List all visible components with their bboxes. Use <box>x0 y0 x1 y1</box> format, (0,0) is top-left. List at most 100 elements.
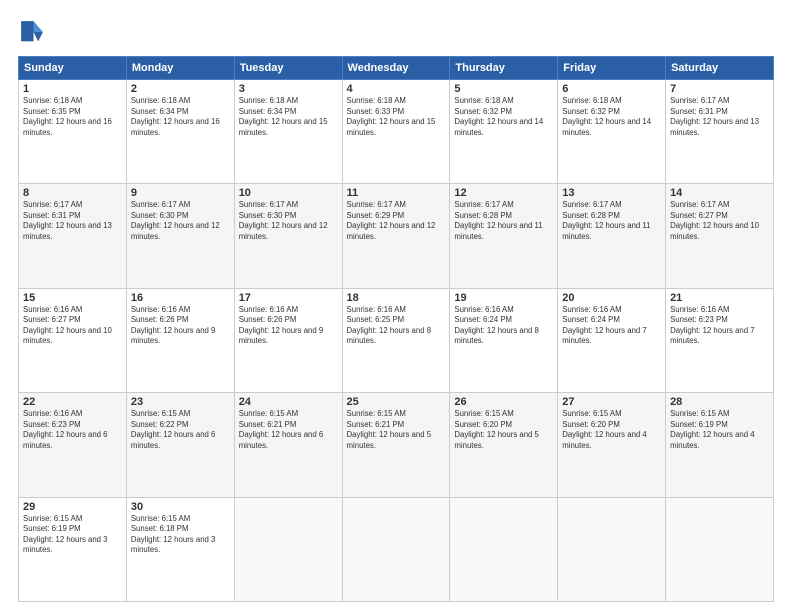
day-number: 19 <box>454 292 553 304</box>
calendar-row: 15 Sunrise: 6:16 AMSunset: 6:27 PMDaylig… <box>19 288 774 392</box>
day-info: Sunrise: 6:15 AMSunset: 6:18 PMDaylight:… <box>131 514 230 556</box>
table-row <box>558 497 666 601</box>
day-number: 1 <box>23 83 122 95</box>
day-info: Sunrise: 6:17 AMSunset: 6:28 PMDaylight:… <box>562 200 661 242</box>
day-info: Sunrise: 6:15 AMSunset: 6:19 PMDaylight:… <box>670 409 769 451</box>
table-row: 23 Sunrise: 6:15 AMSunset: 6:22 PMDaylig… <box>126 393 234 497</box>
day-number: 4 <box>347 83 446 95</box>
table-row: 28 Sunrise: 6:15 AMSunset: 6:19 PMDaylig… <box>666 393 774 497</box>
table-row: 9 Sunrise: 6:17 AMSunset: 6:30 PMDayligh… <box>126 184 234 288</box>
day-number: 13 <box>562 187 661 199</box>
day-number: 16 <box>131 292 230 304</box>
calendar-row: 8 Sunrise: 6:17 AMSunset: 6:31 PMDayligh… <box>19 184 774 288</box>
table-row <box>342 497 450 601</box>
day-info: Sunrise: 6:17 AMSunset: 6:30 PMDaylight:… <box>131 200 230 242</box>
day-number: 21 <box>670 292 769 304</box>
col-wednesday: Wednesday <box>342 57 450 80</box>
calendar-row: 22 Sunrise: 6:16 AMSunset: 6:23 PMDaylig… <box>19 393 774 497</box>
day-info: Sunrise: 6:18 AMSunset: 6:33 PMDaylight:… <box>347 96 446 138</box>
day-number: 17 <box>239 292 338 304</box>
col-saturday: Saturday <box>666 57 774 80</box>
col-sunday: Sunday <box>19 57 127 80</box>
day-info: Sunrise: 6:18 AMSunset: 6:35 PMDaylight:… <box>23 96 122 138</box>
table-row: 21 Sunrise: 6:16 AMSunset: 6:23 PMDaylig… <box>666 288 774 392</box>
col-thursday: Thursday <box>450 57 558 80</box>
day-info: Sunrise: 6:15 AMSunset: 6:20 PMDaylight:… <box>562 409 661 451</box>
day-info: Sunrise: 6:17 AMSunset: 6:30 PMDaylight:… <box>239 200 338 242</box>
day-info: Sunrise: 6:18 AMSunset: 6:34 PMDaylight:… <box>131 96 230 138</box>
day-number: 8 <box>23 187 122 199</box>
day-number: 27 <box>562 396 661 408</box>
day-info: Sunrise: 6:16 AMSunset: 6:25 PMDaylight:… <box>347 305 446 347</box>
table-row: 20 Sunrise: 6:16 AMSunset: 6:24 PMDaylig… <box>558 288 666 392</box>
table-row: 24 Sunrise: 6:15 AMSunset: 6:21 PMDaylig… <box>234 393 342 497</box>
table-row: 18 Sunrise: 6:16 AMSunset: 6:25 PMDaylig… <box>342 288 450 392</box>
table-row <box>234 497 342 601</box>
table-row: 25 Sunrise: 6:15 AMSunset: 6:21 PMDaylig… <box>342 393 450 497</box>
page: Sunday Monday Tuesday Wednesday Thursday… <box>0 0 792 612</box>
day-info: Sunrise: 6:15 AMSunset: 6:22 PMDaylight:… <box>131 409 230 451</box>
day-number: 10 <box>239 187 338 199</box>
day-number: 6 <box>562 83 661 95</box>
day-info: Sunrise: 6:17 AMSunset: 6:28 PMDaylight:… <box>454 200 553 242</box>
day-info: Sunrise: 6:17 AMSunset: 6:31 PMDaylight:… <box>23 200 122 242</box>
day-info: Sunrise: 6:15 AMSunset: 6:19 PMDaylight:… <box>23 514 122 556</box>
day-number: 12 <box>454 187 553 199</box>
table-row: 16 Sunrise: 6:16 AMSunset: 6:26 PMDaylig… <box>126 288 234 392</box>
header <box>18 18 774 46</box>
day-number: 2 <box>131 83 230 95</box>
table-row: 17 Sunrise: 6:16 AMSunset: 6:26 PMDaylig… <box>234 288 342 392</box>
logo <box>18 18 50 46</box>
table-row: 10 Sunrise: 6:17 AMSunset: 6:30 PMDaylig… <box>234 184 342 288</box>
col-tuesday: Tuesday <box>234 57 342 80</box>
day-number: 20 <box>562 292 661 304</box>
calendar-table: Sunday Monday Tuesday Wednesday Thursday… <box>18 56 774 602</box>
table-row: 27 Sunrise: 6:15 AMSunset: 6:20 PMDaylig… <box>558 393 666 497</box>
day-info: Sunrise: 6:16 AMSunset: 6:23 PMDaylight:… <box>23 409 122 451</box>
day-number: 11 <box>347 187 446 199</box>
table-row: 7 Sunrise: 6:17 AMSunset: 6:31 PMDayligh… <box>666 80 774 184</box>
table-row: 30 Sunrise: 6:15 AMSunset: 6:18 PMDaylig… <box>126 497 234 601</box>
day-info: Sunrise: 6:15 AMSunset: 6:20 PMDaylight:… <box>454 409 553 451</box>
table-row: 14 Sunrise: 6:17 AMSunset: 6:27 PMDaylig… <box>666 184 774 288</box>
day-number: 3 <box>239 83 338 95</box>
table-row: 11 Sunrise: 6:17 AMSunset: 6:29 PMDaylig… <box>342 184 450 288</box>
day-number: 30 <box>131 501 230 513</box>
day-info: Sunrise: 6:16 AMSunset: 6:24 PMDaylight:… <box>562 305 661 347</box>
calendar-row: 1 Sunrise: 6:18 AMSunset: 6:35 PMDayligh… <box>19 80 774 184</box>
table-row: 22 Sunrise: 6:16 AMSunset: 6:23 PMDaylig… <box>19 393 127 497</box>
day-number: 26 <box>454 396 553 408</box>
day-number: 25 <box>347 396 446 408</box>
day-number: 7 <box>670 83 769 95</box>
day-number: 24 <box>239 396 338 408</box>
day-number: 22 <box>23 396 122 408</box>
day-number: 9 <box>131 187 230 199</box>
day-info: Sunrise: 6:17 AMSunset: 6:29 PMDaylight:… <box>347 200 446 242</box>
table-row: 12 Sunrise: 6:17 AMSunset: 6:28 PMDaylig… <box>450 184 558 288</box>
header-row: Sunday Monday Tuesday Wednesday Thursday… <box>19 57 774 80</box>
table-row: 15 Sunrise: 6:16 AMSunset: 6:27 PMDaylig… <box>19 288 127 392</box>
day-number: 18 <box>347 292 446 304</box>
table-row: 29 Sunrise: 6:15 AMSunset: 6:19 PMDaylig… <box>19 497 127 601</box>
day-number: 15 <box>23 292 122 304</box>
day-info: Sunrise: 6:16 AMSunset: 6:27 PMDaylight:… <box>23 305 122 347</box>
day-info: Sunrise: 6:18 AMSunset: 6:32 PMDaylight:… <box>454 96 553 138</box>
calendar-row: 29 Sunrise: 6:15 AMSunset: 6:19 PMDaylig… <box>19 497 774 601</box>
table-row: 26 Sunrise: 6:15 AMSunset: 6:20 PMDaylig… <box>450 393 558 497</box>
table-row: 19 Sunrise: 6:16 AMSunset: 6:24 PMDaylig… <box>450 288 558 392</box>
day-info: Sunrise: 6:18 AMSunset: 6:32 PMDaylight:… <box>562 96 661 138</box>
table-row: 13 Sunrise: 6:17 AMSunset: 6:28 PMDaylig… <box>558 184 666 288</box>
day-number: 14 <box>670 187 769 199</box>
table-row: 2 Sunrise: 6:18 AMSunset: 6:34 PMDayligh… <box>126 80 234 184</box>
table-row: 5 Sunrise: 6:18 AMSunset: 6:32 PMDayligh… <box>450 80 558 184</box>
table-row: 4 Sunrise: 6:18 AMSunset: 6:33 PMDayligh… <box>342 80 450 184</box>
table-row: 1 Sunrise: 6:18 AMSunset: 6:35 PMDayligh… <box>19 80 127 184</box>
day-number: 28 <box>670 396 769 408</box>
day-info: Sunrise: 6:16 AMSunset: 6:24 PMDaylight:… <box>454 305 553 347</box>
day-info: Sunrise: 6:15 AMSunset: 6:21 PMDaylight:… <box>239 409 338 451</box>
table-row: 3 Sunrise: 6:18 AMSunset: 6:34 PMDayligh… <box>234 80 342 184</box>
day-info: Sunrise: 6:16 AMSunset: 6:26 PMDaylight:… <box>239 305 338 347</box>
logo-icon <box>18 18 46 46</box>
col-monday: Monday <box>126 57 234 80</box>
day-info: Sunrise: 6:15 AMSunset: 6:21 PMDaylight:… <box>347 409 446 451</box>
